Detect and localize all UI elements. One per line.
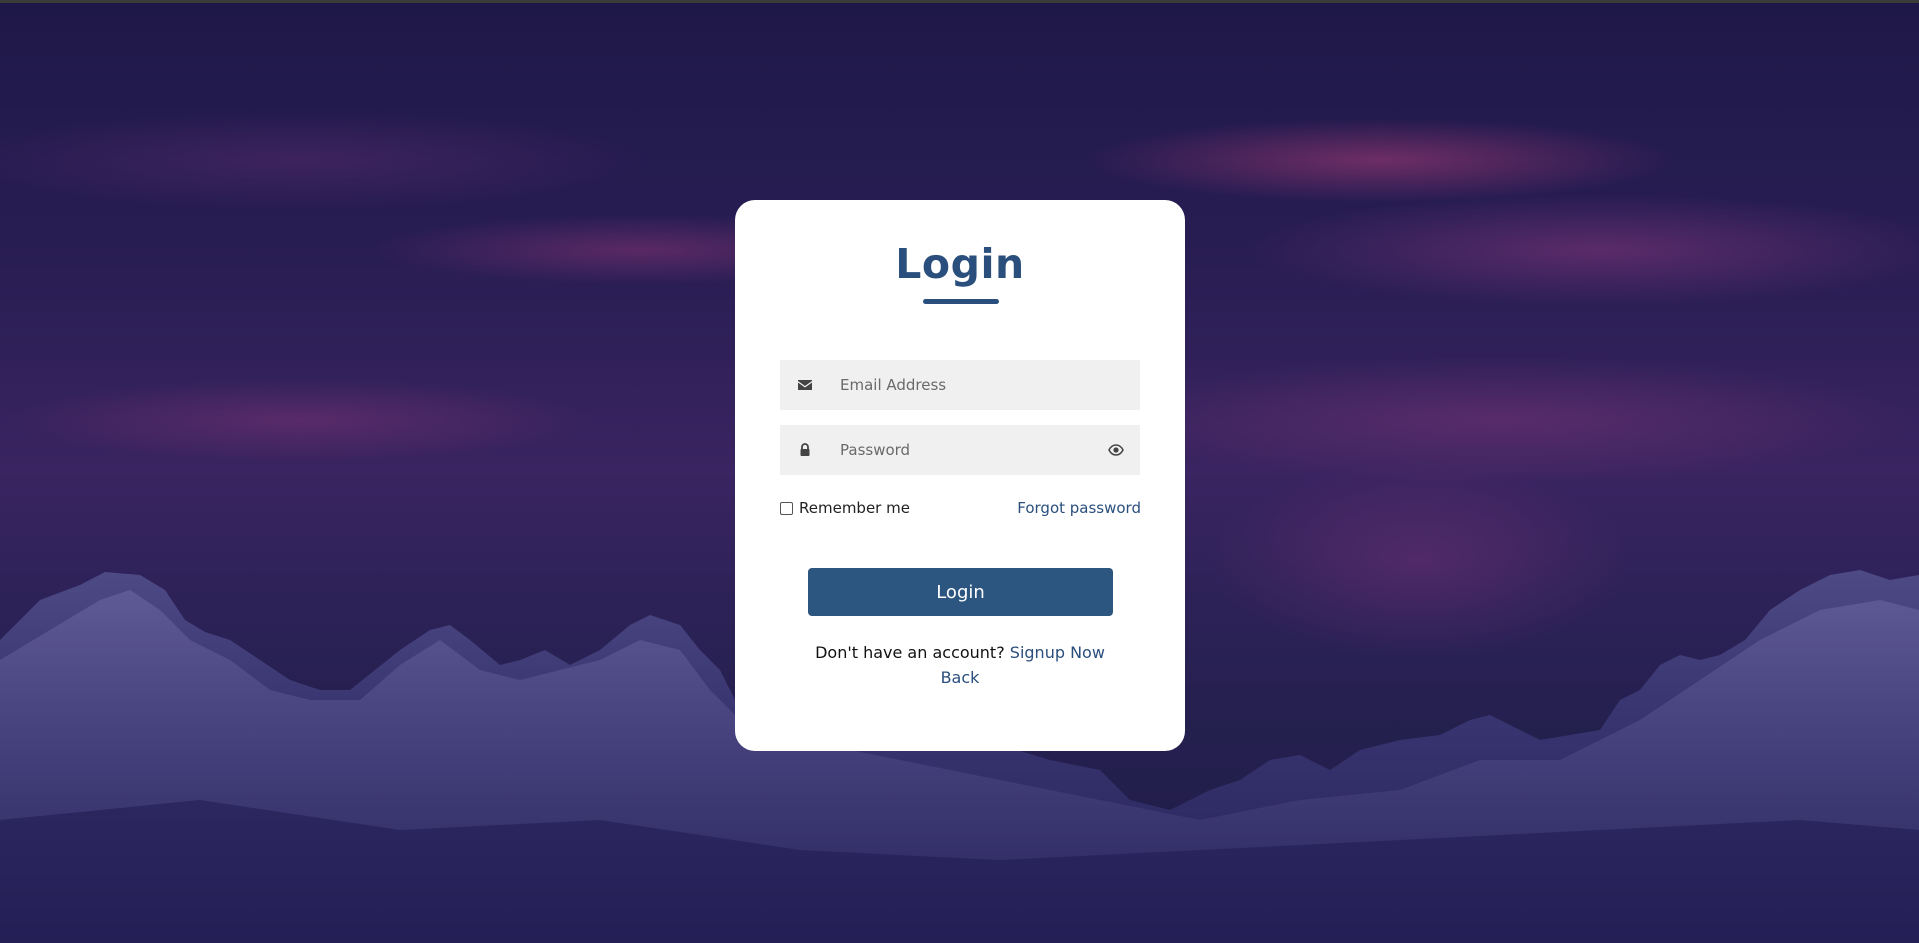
back-row: Back bbox=[735, 668, 1185, 687]
remember-checkbox[interactable] bbox=[780, 501, 793, 515]
back-link[interactable]: Back bbox=[941, 668, 980, 687]
signup-link[interactable]: Signup Now bbox=[1010, 643, 1105, 662]
eye-icon[interactable] bbox=[1108, 443, 1124, 457]
password-field[interactable] bbox=[780, 425, 1140, 475]
login-card: Login Remember me Forgot password Login … bbox=[735, 200, 1185, 751]
password-input[interactable] bbox=[840, 425, 1110, 475]
title-underline bbox=[923, 299, 999, 304]
envelope-icon bbox=[798, 380, 812, 390]
forgot-password-link[interactable]: Forgot password bbox=[1017, 498, 1141, 518]
email-field[interactable] bbox=[780, 360, 1140, 410]
lock-icon bbox=[800, 443, 810, 456]
email-input[interactable] bbox=[840, 360, 1110, 410]
remember-me[interactable]: Remember me bbox=[780, 498, 910, 518]
remember-label: Remember me bbox=[799, 499, 910, 517]
login-button[interactable]: Login bbox=[808, 568, 1113, 616]
signup-prompt: Don't have an account? Signup Now bbox=[735, 643, 1185, 662]
login-title: Login bbox=[895, 240, 1025, 288]
signup-prompt-text: Don't have an account? bbox=[815, 643, 1005, 662]
